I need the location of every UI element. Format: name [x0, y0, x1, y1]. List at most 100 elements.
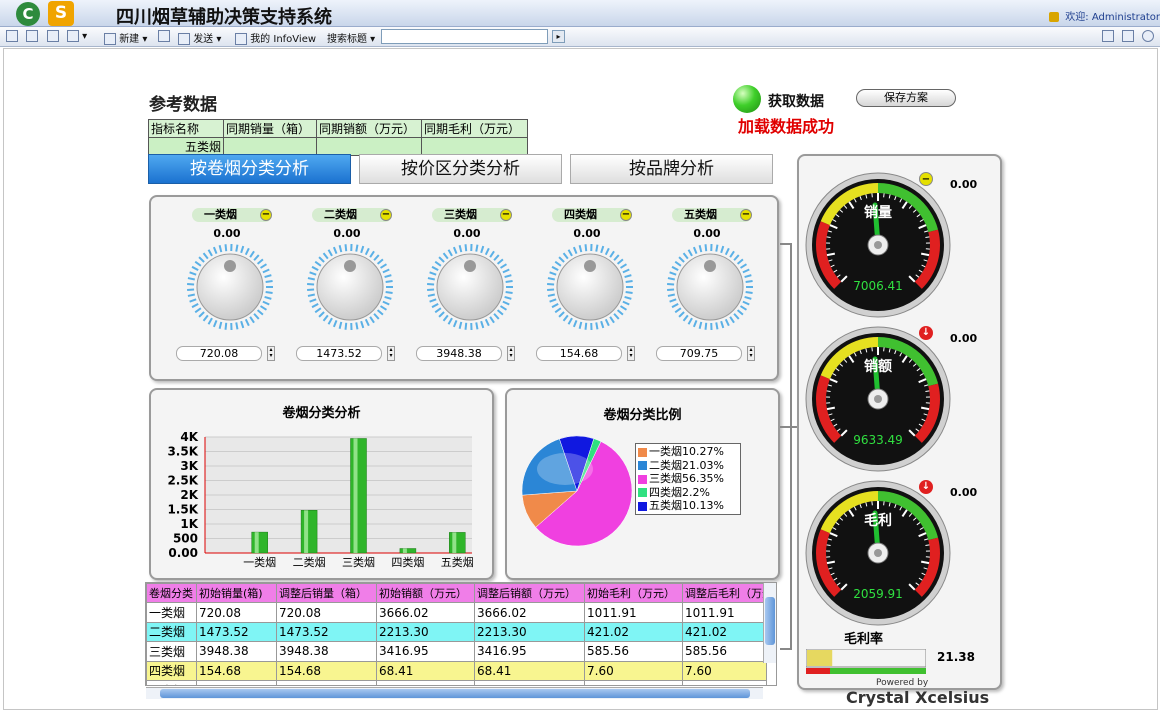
- horizontal-scrollbar[interactable]: [146, 687, 763, 699]
- bar[interactable]: [251, 531, 268, 554]
- ref-cell-name: 五类烟: [148, 137, 224, 156]
- gauge-readout: 0.00: [950, 486, 978, 499]
- bar[interactable]: [350, 438, 367, 554]
- collapse-icon[interactable]: −: [740, 209, 752, 221]
- reference-table: 指标名称 同期销量（箱） 同期销额（万元） 同期毛利（万元） 五类烟: [148, 119, 528, 156]
- help-icon[interactable]: [1142, 30, 1154, 42]
- legend-swatch: [638, 488, 647, 498]
- bar[interactable]: [449, 532, 466, 554]
- pie-legend: 一类烟10.27% 二类烟21.03% 三类烟56.35% 四类烟2.2% 五类烟10.…: [635, 443, 741, 515]
- x-tick-label: 五类烟: [441, 555, 474, 569]
- collapse-icon[interactable]: −: [620, 209, 632, 221]
- y-tick-label: 3K: [180, 459, 198, 473]
- search-input[interactable]: [381, 29, 548, 44]
- table-cell: 421.02: [682, 621, 767, 643]
- table-cell: 7.60: [584, 660, 683, 681]
- grid-menu-icon[interactable]: ▾: [67, 30, 87, 42]
- reload-icon[interactable]: [158, 30, 170, 42]
- bar-chart-title: 卷烟分类分析: [282, 406, 361, 421]
- collapse-icon[interactable]: −: [260, 209, 272, 221]
- dial-knob[interactable]: [545, 242, 635, 332]
- margin-rate-value: 21.38: [937, 650, 975, 664]
- vertical-scroll-thumb[interactable]: [765, 597, 775, 645]
- dial-spinner[interactable]: ▴ ▾: [267, 346, 275, 361]
- tobacco-logo-icon: S: [48, 1, 74, 26]
- x-tick-label: 四类烟: [391, 555, 424, 569]
- gauge-dial: 销量 7006.41: [805, 172, 951, 318]
- bar[interactable]: [399, 548, 417, 554]
- search-go-icon[interactable]: ▸: [552, 30, 565, 43]
- margin-rate-label: 毛利率: [844, 632, 884, 647]
- dial-input[interactable]: 154.68: [536, 346, 622, 361]
- dial-spinner[interactable]: ▴ ▾: [627, 346, 635, 361]
- send-icon: [178, 33, 190, 45]
- dial-value: 0.00: [213, 227, 241, 240]
- search-title-dropdown[interactable]: 搜索标题 ▾: [327, 30, 375, 45]
- table-header-cell: 调整后毛利（万元）: [682, 583, 767, 604]
- dial-spinner[interactable]: ▴ ▾: [747, 346, 755, 361]
- gauge: 毛利 2059.91: [805, 480, 951, 630]
- dial-value: 0.00: [453, 227, 481, 240]
- table-header-cell: 调整后销额（万元）: [474, 583, 585, 604]
- dial-knob[interactable]: [185, 242, 275, 332]
- dial-input[interactable]: 720.08: [176, 346, 262, 361]
- dial-spinner[interactable]: ▴ ▾: [507, 346, 515, 361]
- collapse-icon[interactable]: −: [380, 209, 392, 221]
- dial-knob[interactable]: [665, 242, 755, 332]
- infoview-icon: [235, 33, 247, 45]
- table-cell: 709.75: [196, 679, 277, 685]
- bar[interactable]: [300, 510, 318, 554]
- table-row[interactable]: 二类烟 1473.52 1473.52 2213.30 2213.30 421.02 421…: [146, 621, 767, 643]
- back-icon[interactable]: [26, 30, 38, 42]
- table-cell: 3948.38: [276, 641, 377, 662]
- table-row[interactable]: 三类烟 3948.38 3948.38 3416.95 3416.95 585.56 585…: [146, 641, 767, 662]
- send-button[interactable]: 发送 ▾: [178, 30, 221, 45]
- x-tick-label: 一类烟: [243, 555, 276, 569]
- dial-group: 四类烟 −0.00 154.68 ▴ ▾: [532, 206, 642, 366]
- table-row[interactable]: 四类烟 154.68 154.68 68.41 68.41 7.60 7.60: [146, 660, 767, 681]
- dial-input[interactable]: 3948.38: [416, 346, 502, 361]
- tab-by-brand[interactable]: 按品牌分析: [570, 154, 773, 184]
- horizontal-scroll-thumb[interactable]: [160, 689, 750, 698]
- dial-knob[interactable]: [305, 242, 395, 332]
- refresh-icon[interactable]: [6, 30, 18, 42]
- save-plan-button[interactable]: 保存方案: [856, 89, 956, 107]
- tab-by-price-zone[interactable]: 按价区分类分析: [359, 154, 562, 184]
- welcome-user[interactable]: 欢迎: Administrator: [1049, 8, 1160, 23]
- properties-icon[interactable]: [1102, 30, 1114, 42]
- title-bar: C S 四川烟草辅助决策支持系统 欢迎: Administrator: [0, 0, 1160, 28]
- x-tick-label: 三类烟: [342, 555, 375, 569]
- table-row[interactable]: 五类烟709.75709.75260.91260.9180.9180.91: [146, 679, 767, 685]
- vertical-scrollbar[interactable]: [763, 583, 776, 663]
- collapse-icon[interactable]: −: [919, 172, 933, 186]
- y-tick-label: 500: [173, 532, 198, 546]
- app-logo-icon: C: [16, 2, 40, 26]
- table-row[interactable]: 一类烟 720.08 720.08 3666.02 3666.02 1011.91 1011…: [146, 602, 767, 623]
- lock-toolbar-icon[interactable]: [1122, 30, 1134, 42]
- dial-input[interactable]: 1473.52: [296, 346, 382, 361]
- fetch-data-label[interactable]: 获取数据: [768, 91, 824, 111]
- dial-knob[interactable]: [425, 242, 515, 332]
- gauge-value: 7006.41: [853, 279, 903, 293]
- legend-item: 二类烟21.03%: [638, 459, 738, 473]
- dial-spinner[interactable]: ▴ ▾: [387, 346, 395, 361]
- down-arrow-icon[interactable]: ↓: [919, 480, 933, 494]
- table-cell: 3666.02: [376, 602, 475, 623]
- collapse-icon[interactable]: −: [500, 209, 512, 221]
- bar-chart: 0.005001K1.5K2K2.5K3K3.5K4K 一类烟 二类烟 三类烟 四类烟 五…: [167, 430, 474, 569]
- my-infoview-button[interactable]: 我的 InfoView: [235, 30, 316, 45]
- gauge: 销额 9633.49: [805, 326, 951, 476]
- gauge-label: 销额: [864, 358, 892, 375]
- tab-by-category[interactable]: 按卷烟分类分析: [148, 154, 351, 184]
- down-arrow-icon[interactable]: ↓: [919, 326, 933, 340]
- table-cell: 720.08: [196, 602, 277, 623]
- y-tick-label: 4K: [180, 430, 198, 444]
- dial-input[interactable]: 709.75: [656, 346, 742, 361]
- gauge-readout: 0.00: [950, 332, 978, 345]
- table-cell: 720.08: [276, 602, 377, 623]
- reference-data-title: 参考数据: [149, 95, 217, 115]
- new-button[interactable]: 新建 ▾: [104, 30, 147, 45]
- layout-icon[interactable]: [47, 30, 59, 42]
- gauge-dial: 销额 9633.49: [805, 326, 951, 472]
- new-doc-icon: [104, 33, 116, 45]
